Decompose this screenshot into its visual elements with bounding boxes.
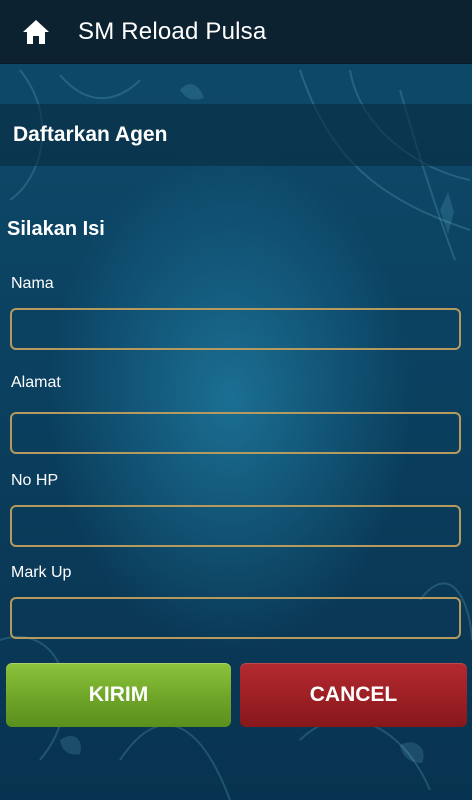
cancel-button[interactable]: CANCEL [240,663,467,727]
alamat-label: Alamat [11,374,61,391]
alamat-input[interactable] [10,412,461,454]
app-bar: SM Reload Pulsa [0,0,472,64]
nama-label: Nama [11,275,54,292]
kirim-button[interactable]: KIRIM [6,663,231,727]
app-screen: SM Reload Pulsa Daftarkan Agen Silakan I… [0,0,472,800]
section-header: Daftarkan Agen [0,104,472,166]
app-title: SM Reload Pulsa [78,17,267,45]
no-hp-input[interactable] [10,505,461,547]
home-icon[interactable] [22,19,50,45]
mark-up-input[interactable] [10,597,461,639]
section-title: Daftarkan Agen [13,123,168,146]
nama-input[interactable] [10,308,461,350]
no-hp-label: No HP [11,472,59,489]
mark-up-label: Mark Up [11,564,72,581]
form-subtitle: Silakan Isi [7,218,105,240]
